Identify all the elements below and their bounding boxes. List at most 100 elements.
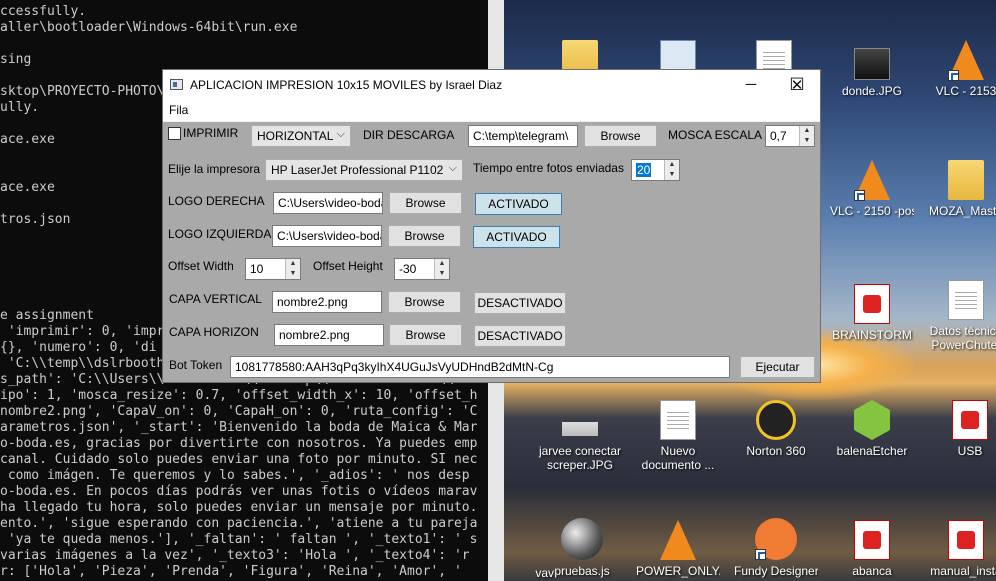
document-icon bbox=[948, 280, 984, 320]
printer-label: Elije la impresora bbox=[168, 162, 261, 176]
offset-height-stepper[interactable]: -30 ▲ ▼ bbox=[394, 258, 450, 280]
desktop-icon-label-line2: PowerChute. bbox=[931, 338, 996, 352]
norton-icon bbox=[756, 400, 796, 440]
capa-vertical-toggle-button[interactable]: DESACTIVADO bbox=[474, 292, 566, 314]
desktop-icon-abanca[interactable]: abanca bbox=[830, 520, 914, 578]
capa-horizon-toggle-button[interactable]: DESACTIVADO bbox=[474, 325, 566, 347]
shortcut-arrow-icon bbox=[948, 70, 959, 81]
desktop-icon-label: Nuevo bbox=[660, 444, 696, 458]
desktop-icon-label: POWER_ONLY.... bbox=[636, 564, 720, 578]
app-icon bbox=[504, 522, 530, 562]
desktop-icon-label: manual_insta bbox=[930, 564, 996, 578]
offset-height-value: -30 bbox=[399, 262, 417, 276]
logo-derecha-toggle-button[interactable]: ACTIVADO bbox=[475, 193, 562, 215]
desktop-icon-label: Datos técnico bbox=[929, 324, 996, 338]
bot-token-input[interactable]: 1081778580:AAH3qPq3kyIhX4UGuJsVyUDHndB2d… bbox=[230, 356, 730, 378]
sphere-icon bbox=[561, 518, 603, 560]
mosca-escala-stepper[interactable]: 0,7 ▲ ▼ bbox=[765, 125, 815, 147]
desktop-icon-label: VLC - 2150 -pos bbox=[830, 204, 914, 218]
stepper-down-icon[interactable]: ▼ bbox=[434, 269, 449, 279]
capa-horizon-label: CAPA HORIZON bbox=[169, 325, 259, 339]
dir-descarga-browse-button[interactable]: Browse bbox=[584, 125, 657, 147]
desktop-icon-label: Norton 360 bbox=[746, 444, 806, 458]
desktop-icon-jarvee[interactable]: jarvee conectar screper.JPG bbox=[538, 404, 622, 472]
desktop-icon-label: pruebas.js bbox=[554, 564, 610, 578]
stepper-down-icon[interactable]: ▼ bbox=[285, 269, 300, 279]
printer-select[interactable]: HP LaserJet Professional P1102 ⌵ bbox=[265, 159, 463, 181]
desktop-icon-label: USB bbox=[957, 444, 983, 458]
tiempo-stepper[interactable]: 20 ▲ ▼ bbox=[631, 159, 680, 181]
desktop-icon-label: Fundy Designer bbox=[734, 564, 818, 578]
capa-vertical-input[interactable]: nombre2.png bbox=[272, 291, 382, 313]
desktop-icon-vlc-2153[interactable]: VLC - 2153 bbox=[924, 40, 996, 98]
desktop-icon-fundy[interactable]: Fundy Designer bbox=[734, 518, 818, 578]
capa-horizon-input[interactable]: nombre2.png bbox=[274, 324, 384, 346]
logo-derecha-input[interactable]: C:\Users\video-boda\ bbox=[273, 192, 383, 214]
desktop-icon-nuevo-documento[interactable]: Nuevo documento ... bbox=[636, 400, 720, 472]
desktop-icon-usb[interactable]: USB bbox=[928, 400, 996, 458]
tiempo-label: Tiempo entre fotos enviadas bbox=[473, 161, 624, 175]
dir-descarga-input[interactable]: C:\temp\telegram\ bbox=[468, 125, 578, 147]
shortcut-arrow-icon bbox=[755, 549, 766, 560]
desktop-icon-datos-tecnicos[interactable]: Datos técnico PowerChute. bbox=[924, 280, 996, 352]
imprimir-checkbox[interactable] bbox=[168, 127, 181, 140]
orientation-select[interactable]: HORIZONTAL ⌵ bbox=[251, 125, 351, 147]
desktop-icon-pruebas[interactable]: pruebas.js bbox=[540, 518, 624, 578]
offset-width-value: 10 bbox=[250, 262, 264, 276]
ejecutar-button[interactable]: Ejecutar bbox=[740, 356, 815, 378]
app-window: APLICACION IMPRESION 10x15 MOVILES by Is… bbox=[162, 69, 821, 383]
fundy-designer-icon bbox=[755, 518, 797, 560]
capa-horizon-browse-button[interactable]: Browse bbox=[389, 324, 462, 346]
logo-izquierda-input[interactable]: C:\Users\video-boda\ bbox=[272, 225, 382, 247]
title-bar[interactable]: APLICACION IMPRESION 10x15 MOVILES by Is… bbox=[163, 70, 820, 100]
app-window-icon bbox=[170, 79, 183, 90]
image-file-icon bbox=[562, 422, 598, 436]
offset-width-label: Offset Width bbox=[168, 259, 234, 273]
orientation-value: HORIZONTAL bbox=[257, 129, 334, 143]
desktop-icon-norton[interactable]: Norton 360 bbox=[734, 400, 818, 458]
menu-bar: Fila bbox=[163, 100, 820, 121]
desktop-icon-label: donde.JPG bbox=[841, 84, 903, 98]
logo-derecha-label: LOGO DERECHA bbox=[168, 194, 265, 208]
desktop-icon-balena[interactable]: balenaEtcher bbox=[830, 400, 914, 458]
capa-vertical-browse-button[interactable]: Browse bbox=[388, 291, 461, 313]
desktop-icon-label: MOZA_Maste bbox=[928, 204, 996, 218]
desktop-icon-moza[interactable]: MOZA_Maste bbox=[924, 160, 996, 218]
imprimir-label: IMPRIMIR bbox=[183, 126, 239, 140]
logo-derecha-browse-button[interactable]: Browse bbox=[389, 192, 462, 214]
desktop-icon-vlc-2150[interactable]: VLC - 2150 -pos bbox=[830, 160, 914, 218]
logo-izquierda-toggle-button[interactable]: ACTIVADO bbox=[473, 226, 560, 248]
desktop-icon-label-line2: screper.JPG bbox=[546, 458, 614, 472]
desktop-icon-donde[interactable]: donde.JPG bbox=[830, 48, 914, 98]
stepper-down-icon[interactable]: ▼ bbox=[799, 136, 814, 146]
desktop-icon-label: jarvee conectar bbox=[538, 444, 622, 458]
desktop-icon-label: BRAINSTORM bbox=[832, 328, 912, 342]
form-panel: IMPRIMIR HORIZONTAL ⌵ DIR DESCARGA C:\te… bbox=[163, 122, 820, 382]
mosca-escala-label: MOSCA ESCALA bbox=[668, 128, 763, 142]
image-file-icon bbox=[854, 48, 890, 80]
desktop-icon-label: abanca bbox=[852, 564, 892, 578]
tiempo-value: 20 bbox=[636, 163, 652, 177]
offset-height-label: Offset Height bbox=[313, 259, 383, 273]
logo-izquierda-browse-button[interactable]: Browse bbox=[388, 225, 461, 247]
pdf-icon bbox=[854, 284, 890, 324]
desktop-icon-manual-insta[interactable]: manual_insta bbox=[924, 520, 996, 578]
balena-etcher-icon bbox=[854, 400, 890, 440]
close-button[interactable]: ✕ bbox=[774, 70, 820, 100]
dir-descarga-label: DIR DESCARGA bbox=[363, 128, 455, 142]
folder-icon bbox=[948, 160, 984, 200]
offset-width-stepper[interactable]: 10 ▲ ▼ bbox=[245, 258, 301, 280]
capa-vertical-label: CAPA VERTICAL bbox=[169, 292, 262, 306]
stepper-down-icon[interactable]: ▼ bbox=[664, 170, 679, 180]
document-icon bbox=[660, 400, 696, 440]
chevron-down-icon: ⌵ bbox=[336, 128, 345, 140]
desktop-icon-power-only[interactable]: POWER_ONLY.... bbox=[636, 520, 720, 578]
desktop-icon-label-line2: documento ... bbox=[641, 458, 715, 472]
desktop-icon-brainstorm[interactable]: BRAINSTORM bbox=[830, 284, 914, 342]
mosca-escala-value: 0,7 bbox=[770, 129, 787, 143]
vlc-icon bbox=[854, 160, 890, 201]
vlc-icon bbox=[660, 520, 696, 560]
pdf-icon bbox=[854, 520, 890, 560]
menu-fila[interactable]: Fila bbox=[169, 103, 188, 117]
minimize-button[interactable]: ─ bbox=[728, 70, 774, 100]
